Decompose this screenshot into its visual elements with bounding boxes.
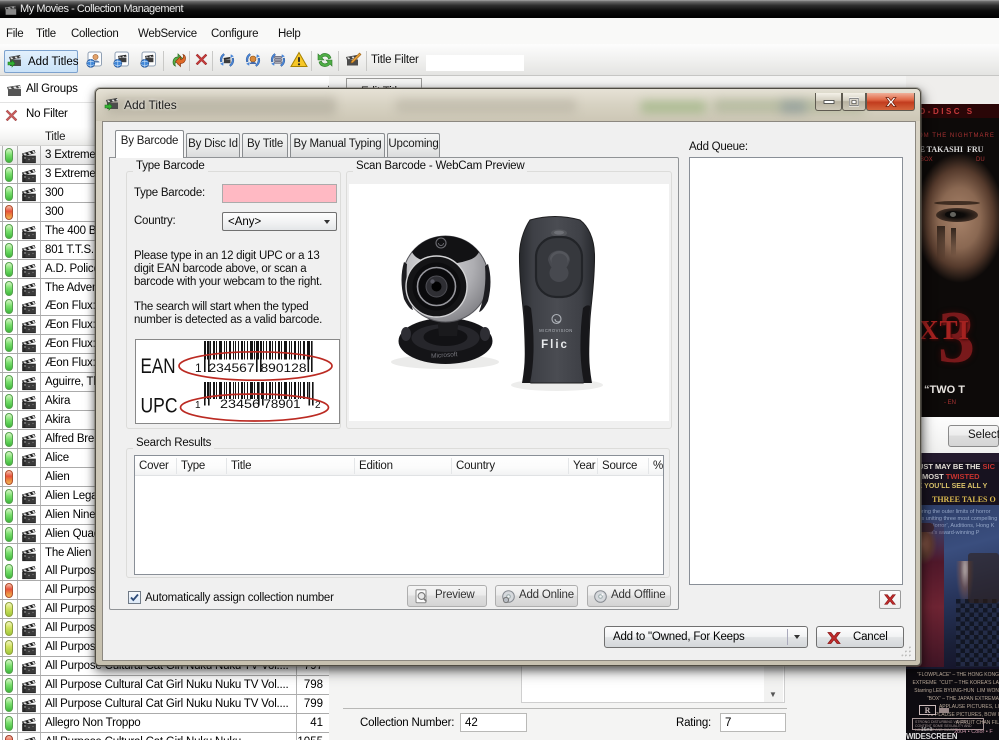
svg-text:234567: 234567 (209, 361, 255, 375)
svg-text:23456: 23456 (220, 397, 260, 411)
svg-text:890128: 890128 (261, 361, 307, 375)
svg-text:1: 1 (195, 400, 201, 411)
svg-text:EAN: EAN (141, 355, 176, 378)
svg-text:1: 1 (195, 361, 202, 375)
svg-text:78901: 78901 (264, 397, 301, 411)
svg-text:UPC: UPC (141, 395, 178, 418)
svg-text:MICROVISION: MICROVISION (539, 328, 573, 333)
svg-text:Flic: Flic (541, 339, 569, 351)
